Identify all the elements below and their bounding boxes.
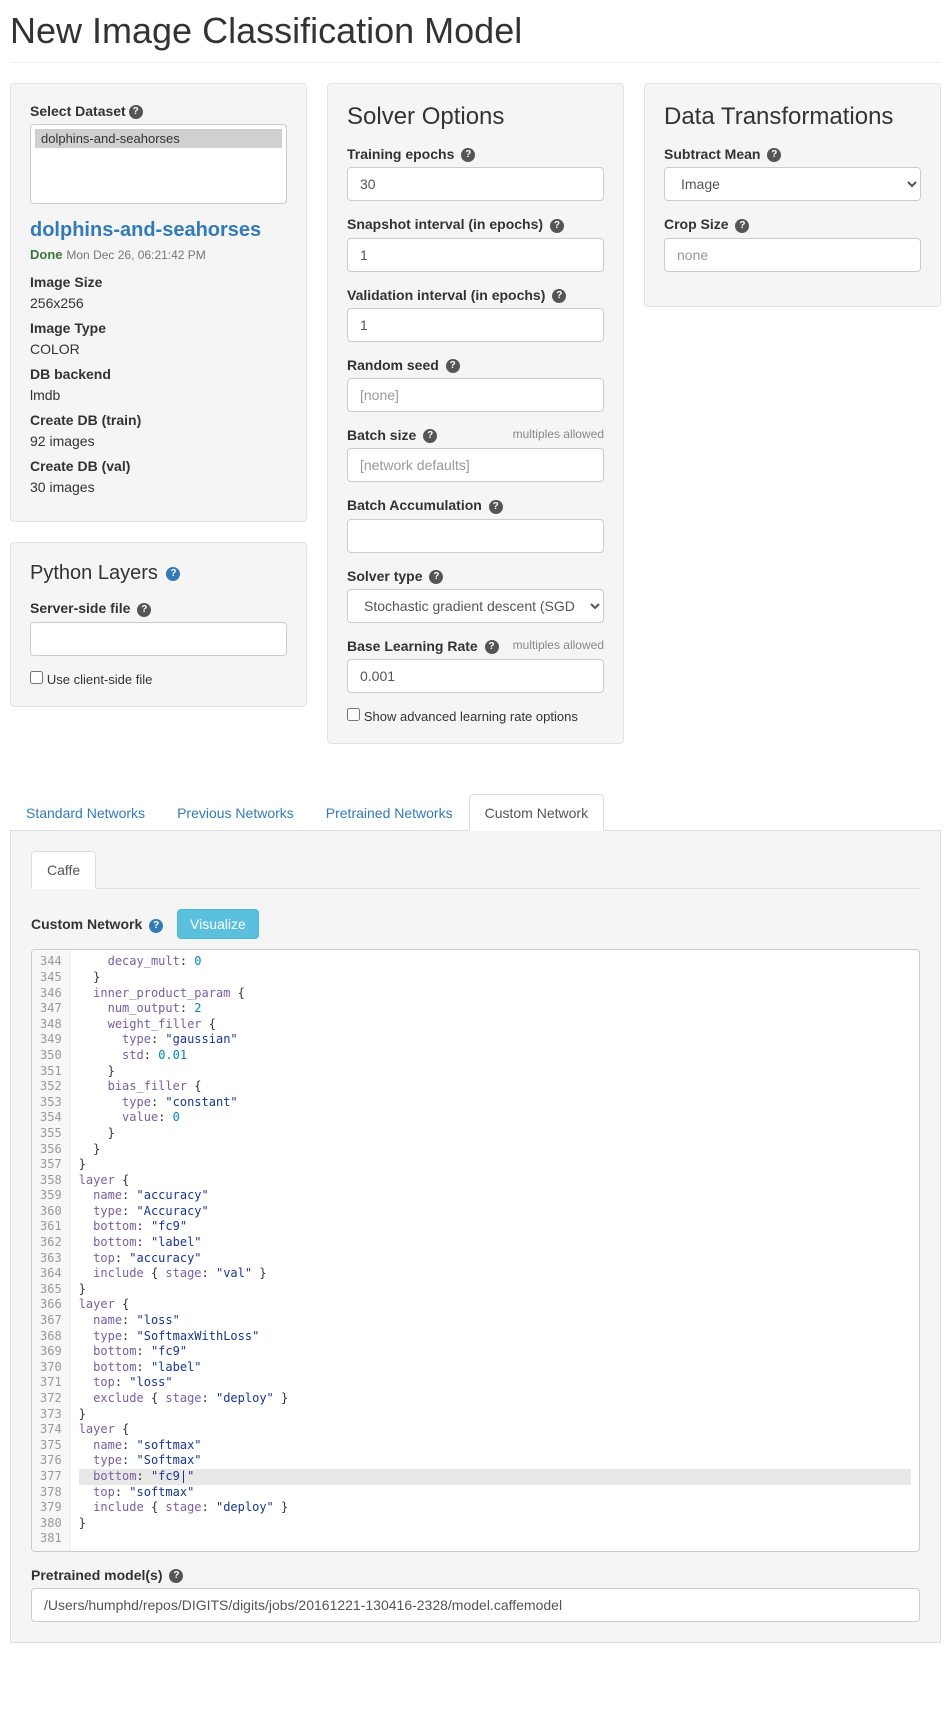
validation-label: Validation interval (in epochs) xyxy=(347,287,545,303)
batch-hint: multiples allowed xyxy=(513,427,604,441)
help-icon[interactable]: ? xyxy=(735,219,749,233)
dataset-status: Done xyxy=(30,247,63,262)
help-icon[interactable]: ? xyxy=(423,429,437,443)
help-icon[interactable]: ? xyxy=(552,289,566,303)
python-layers-title: Python Layers xyxy=(30,562,158,584)
advanced-lr-checkbox[interactable] xyxy=(347,708,360,721)
help-icon[interactable]: ? xyxy=(767,148,781,162)
lr-hint: multiples allowed xyxy=(513,638,604,652)
help-icon[interactable]: ? xyxy=(166,567,180,581)
lr-input[interactable] xyxy=(347,659,604,693)
image-type-value: COLOR xyxy=(30,339,287,360)
subtract-mean-label: Subtract Mean xyxy=(664,146,760,162)
tab-standard-networks[interactable]: Standard Networks xyxy=(10,794,161,831)
help-icon[interactable]: ? xyxy=(129,105,143,119)
image-type-label: Image Type xyxy=(30,318,287,339)
advanced-lr-label: Show advanced learning rate options xyxy=(364,709,578,724)
tab-previous-networks[interactable]: Previous Networks xyxy=(161,794,310,831)
transforms-panel: Data Transformations Subtract Mean ? Ima… xyxy=(644,83,941,307)
solver-panel: Solver Options Training epochs ? Snapsho… xyxy=(327,83,624,744)
snapshot-input[interactable] xyxy=(347,238,604,272)
subtract-mean-select[interactable]: Image xyxy=(664,167,921,201)
create-db-train-value: 92 images xyxy=(30,431,287,452)
create-db-val-label: Create DB (val) xyxy=(30,456,287,477)
epochs-label: Training epochs xyxy=(347,146,454,162)
seed-input[interactable] xyxy=(347,378,604,412)
db-backend-label: DB backend xyxy=(30,364,287,385)
network-tabs: Standard Networks Previous Networks Pret… xyxy=(10,794,941,831)
code-gutter: 3443453463473483493503513523533543553563… xyxy=(32,950,71,1551)
client-file-label: Use client-side file xyxy=(47,672,153,687)
python-layers-panel: Python Layers ? Server-side file ? Use c… xyxy=(10,542,307,706)
custom-network-content: Caffe Custom Network ? Visualize 3443453… xyxy=(10,831,941,1643)
help-icon[interactable]: ? xyxy=(149,919,163,933)
dataset-link[interactable]: dolphins-and-seahorses xyxy=(30,219,287,242)
crop-input[interactable] xyxy=(664,238,921,272)
dataset-panel: Select Dataset? dolphins-and-seahorses d… xyxy=(10,83,307,522)
select-dataset-label: Select Dataset? xyxy=(30,103,287,119)
create-db-val-value: 30 images xyxy=(30,477,287,498)
visualize-button[interactable]: Visualize xyxy=(177,909,259,939)
help-icon[interactable]: ? xyxy=(485,640,499,654)
image-size-label: Image Size xyxy=(30,272,287,293)
client-file-checkbox[interactable] xyxy=(30,671,43,684)
crop-label: Crop Size xyxy=(664,216,729,232)
db-backend-value: lmdb xyxy=(30,385,287,406)
accum-input[interactable] xyxy=(347,519,604,553)
accum-label: Batch Accumulation xyxy=(347,497,482,513)
help-icon[interactable]: ? xyxy=(446,359,460,373)
snapshot-label: Snapshot interval (in epochs) xyxy=(347,216,543,232)
dataset-status-time: Mon Dec 26, 06:21:42 PM xyxy=(66,248,205,262)
pretrained-label: Pretrained model(s) xyxy=(31,1567,162,1583)
code-editor[interactable]: 3443453463473483493503513523533543553563… xyxy=(31,949,920,1552)
page-title: New Image Classification Model xyxy=(10,10,941,52)
transforms-title: Data Transformations xyxy=(664,103,921,131)
create-db-train-label: Create DB (train) xyxy=(30,410,287,431)
divider xyxy=(10,62,941,63)
code-body[interactable]: decay_mult: 0 } inner_product_param { nu… xyxy=(71,950,919,1551)
help-icon[interactable]: ? xyxy=(137,603,151,617)
batch-input[interactable] xyxy=(347,448,604,482)
solver-title: Solver Options xyxy=(347,103,604,131)
seed-label: Random seed xyxy=(347,357,439,373)
help-icon[interactable]: ? xyxy=(550,219,564,233)
pretrained-input[interactable] xyxy=(31,1588,920,1622)
help-icon[interactable]: ? xyxy=(461,148,475,162)
help-icon[interactable]: ? xyxy=(489,500,503,514)
solver-type-select[interactable]: Stochastic gradient descent (SGD) xyxy=(347,589,604,623)
dataset-list-item[interactable]: dolphins-and-seahorses xyxy=(35,129,282,148)
dataset-listbox[interactable]: dolphins-and-seahorses xyxy=(30,124,287,204)
lr-label: Base Learning Rate xyxy=(347,638,478,654)
batch-label: Batch size xyxy=(347,427,416,443)
validation-input[interactable] xyxy=(347,308,604,342)
help-icon[interactable]: ? xyxy=(169,1569,183,1583)
image-size-value: 256x256 xyxy=(30,293,287,314)
help-icon[interactable]: ? xyxy=(429,570,443,584)
subtab-caffe[interactable]: Caffe xyxy=(31,851,96,889)
server-file-input[interactable] xyxy=(30,622,287,656)
epochs-input[interactable] xyxy=(347,167,604,201)
tab-pretrained-networks[interactable]: Pretrained Networks xyxy=(310,794,469,831)
tab-custom-network[interactable]: Custom Network xyxy=(469,794,604,831)
custom-network-label: Custom Network xyxy=(31,916,142,932)
server-file-label: Server-side file ? xyxy=(30,600,287,616)
solver-type-label: Solver type xyxy=(347,568,422,584)
